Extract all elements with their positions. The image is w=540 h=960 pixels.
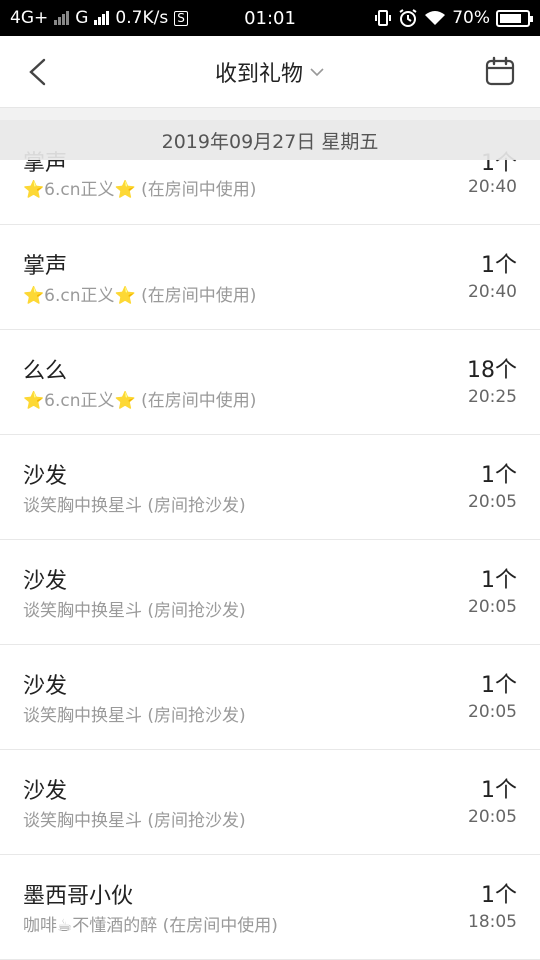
gift-time: 18:05 xyxy=(468,912,517,932)
gift-count: 1个 xyxy=(481,463,517,488)
gift-count: 1个 xyxy=(481,778,517,803)
wifi-icon xyxy=(425,11,446,25)
gift-sender: 谈笑胸中换星斗 (房间抢沙发) xyxy=(23,601,246,621)
gift-sender: 咖啡☕不懂酒的醉 (在房间中使用) xyxy=(23,916,278,936)
gift-sender: ⭐6.cn正义⭐ (在房间中使用) xyxy=(23,286,257,306)
network-type: 4G+ xyxy=(10,8,49,28)
signal-icon-2 xyxy=(94,11,110,25)
date-section-header: 2019年09月27日 星期五 xyxy=(0,120,540,160)
status-right: 70% xyxy=(374,8,533,28)
s-badge-icon: S xyxy=(174,10,188,26)
gift-sender: ⭐6.cn正义⭐ (在房间中使用) xyxy=(23,391,257,411)
gift-time: 20:05 xyxy=(468,492,517,512)
gift-list: 掌声 ⭐6.cn正义⭐ (在房间中使用) 1个 20:40 掌声 ⭐6.cn正义⭐ (在房… xyxy=(0,120,540,960)
gift-time: 20:05 xyxy=(468,702,517,722)
carrier-type: G xyxy=(75,8,89,28)
signal-icon xyxy=(54,11,70,25)
calendar-icon[interactable] xyxy=(485,56,515,86)
gift-list-item[interactable]: 沙发谈笑胸中换星斗 (房间抢沙发) 1个 20:05 xyxy=(0,435,540,540)
gift-list-item[interactable]: 沙发谈笑胸中换星斗 (房间抢沙发) 1个 20:05 xyxy=(0,645,540,750)
gift-name: 掌声 xyxy=(23,254,68,279)
gift-name: 沙发 xyxy=(23,674,68,699)
header-gap xyxy=(0,108,540,120)
gift-count: 1个 xyxy=(481,673,517,698)
status-bar: 4G+ G 0.7K/s S 01:01 70% xyxy=(0,0,540,36)
gift-count: 1个 xyxy=(481,253,517,278)
vibrate-icon xyxy=(375,10,392,26)
battery-icon xyxy=(496,9,533,27)
gift-count: 18个 xyxy=(467,358,517,383)
gift-list-item[interactable]: 沙发谈笑胸中换星斗 (房间抢沙发) 1个 20:05 xyxy=(0,750,540,855)
gift-list-item[interactable]: 掌声 ⭐6.cn正义⭐ (在房间中使用) 1个 20:40 xyxy=(0,225,540,330)
gift-sender: 谈笑胸中换星斗 (房间抢沙发) xyxy=(23,811,246,831)
gift-time: 20:40 xyxy=(468,177,517,197)
gift-name: 沙发 xyxy=(23,464,68,489)
gift-count: 1个 xyxy=(481,883,517,908)
gift-time: 20:40 xyxy=(468,282,517,302)
gift-name: 墨西哥小伙 xyxy=(23,884,134,909)
gift-name: 沙发 xyxy=(23,569,68,594)
clock: 01:01 xyxy=(244,7,296,29)
gift-time: 20:05 xyxy=(468,807,517,827)
gift-sender: 谈笑胸中换星斗 (房间抢沙发) xyxy=(23,706,246,726)
alarm-icon xyxy=(399,9,417,27)
gift-list-item[interactable]: 墨西哥小伙咖啡☕不懂酒的醉 (在房间中使用) 1个 18:05 xyxy=(0,855,540,960)
gift-name: 么么 xyxy=(23,359,68,384)
gift-time: 20:25 xyxy=(468,387,517,407)
chevron-down-icon xyxy=(310,67,324,76)
network-speed: 0.7K/s xyxy=(115,8,169,28)
title-dropdown[interactable]: 收到礼物 xyxy=(215,56,325,88)
gift-sender: ⭐6.cn正义⭐ (在房间中使用) xyxy=(23,180,257,200)
gift-list-item[interactable]: 么么 ⭐6.cn正义⭐ (在房间中使用) 18个 20:25 xyxy=(0,330,540,435)
back-chevron-icon[interactable] xyxy=(26,58,50,86)
page-title: 收到礼物 xyxy=(214,61,303,87)
gift-sender: 谈笑胸中换星斗 (房间抢沙发) xyxy=(23,496,246,516)
app-header: 收到礼物 xyxy=(0,36,540,108)
gift-name: 沙发 xyxy=(23,779,68,804)
gift-list-item[interactable]: 沙发谈笑胸中换星斗 (房间抢沙发) 1个 20:05 xyxy=(0,540,540,645)
gift-time: 20:05 xyxy=(468,597,517,617)
gift-count: 1个 xyxy=(481,568,517,593)
status-left: 4G+ G 0.7K/s S xyxy=(10,8,188,28)
battery-percent: 70% xyxy=(452,8,490,28)
